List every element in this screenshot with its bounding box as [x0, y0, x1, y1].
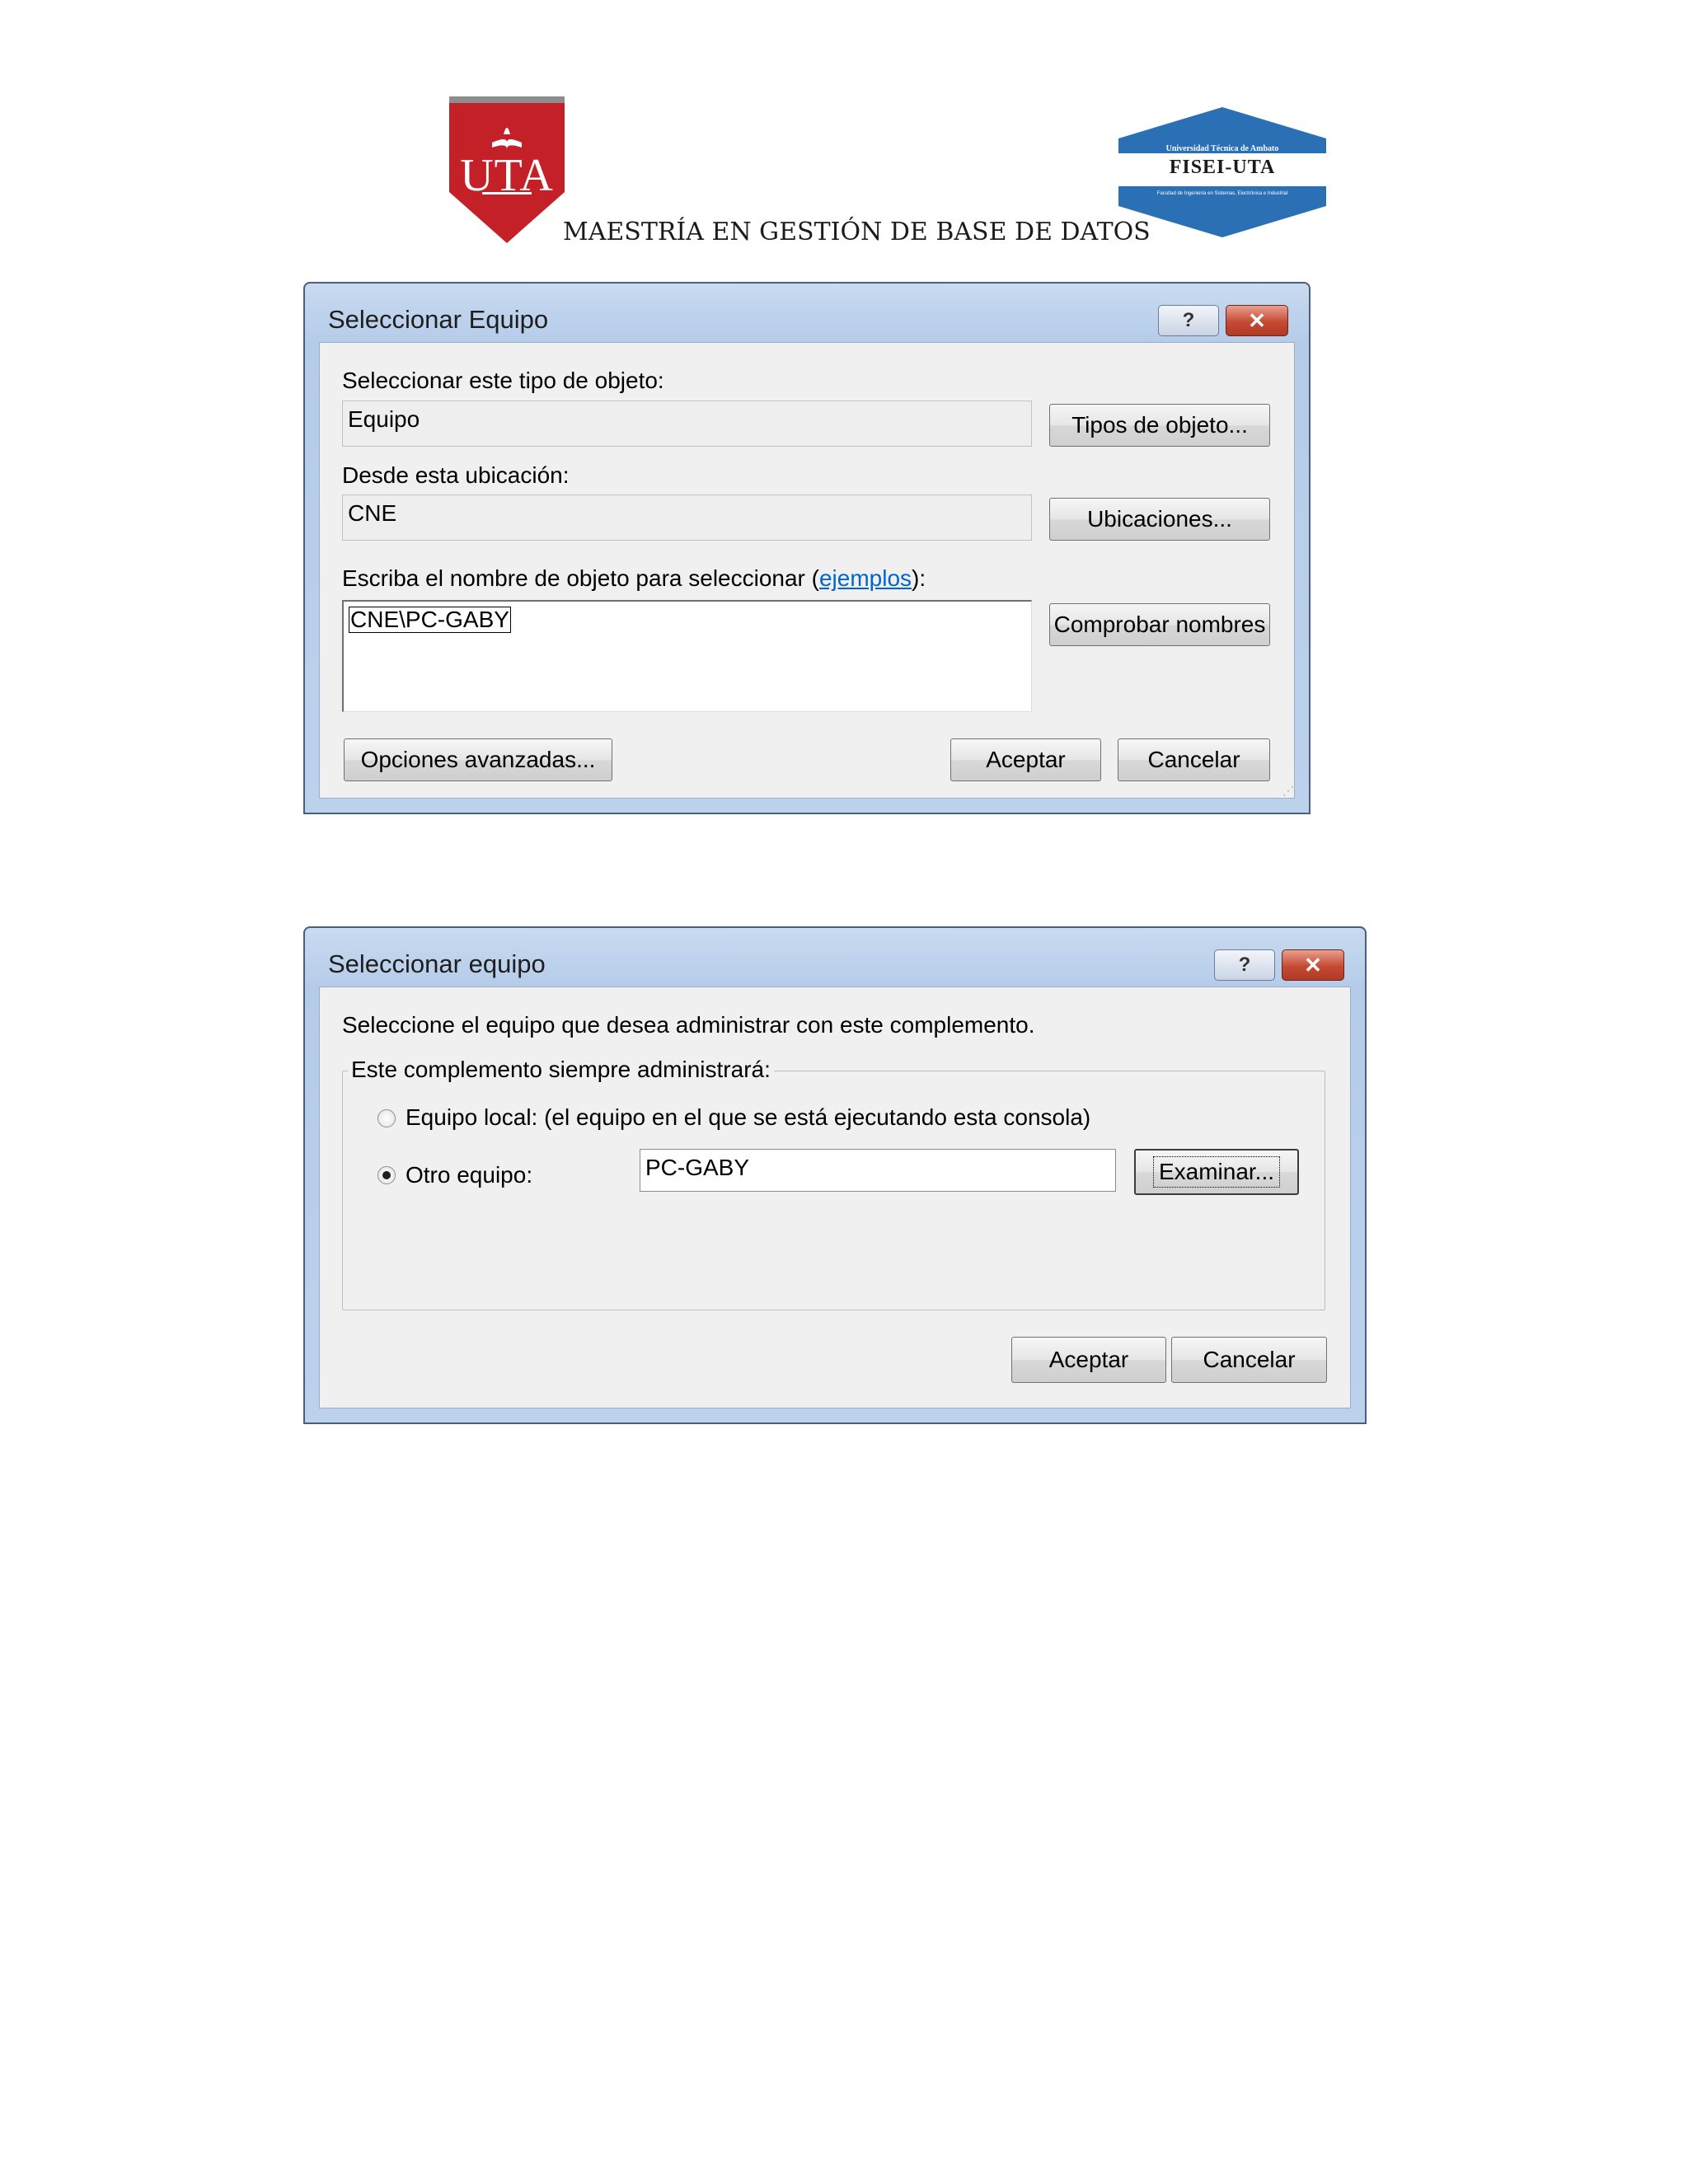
advanced-options-button[interactable]: Opciones avanzadas...	[344, 738, 612, 781]
document-title: MAESTRÍA EN GESTIÓN DE BASE DE DATOS	[563, 218, 1151, 246]
dialog-client-area: Seleccionar este tipo de objeto: Equipo …	[319, 342, 1295, 799]
examples-link[interactable]: ejemplos	[819, 565, 912, 591]
select-computer-dialog: Seleccionar Equipo ? ✕ Seleccionar este …	[303, 282, 1311, 814]
close-button[interactable]: ✕	[1282, 949, 1344, 981]
help-button[interactable]: ?	[1158, 305, 1219, 336]
logo-top-bar	[449, 96, 565, 103]
local-computer-radio[interactable]	[377, 1109, 396, 1127]
close-x-icon: ✕	[1304, 952, 1322, 977]
help-button[interactable]: ?	[1214, 949, 1275, 981]
close-x-icon: ✕	[1248, 307, 1266, 333]
object-type-field: Equipo	[342, 401, 1032, 447]
cancel-button[interactable]: Cancelar	[1171, 1337, 1327, 1383]
dialog-title: Seleccionar Equipo	[328, 305, 549, 334]
ok-button[interactable]: Aceptar	[950, 738, 1101, 781]
uta-logo-text: UTA	[460, 150, 554, 201]
instruction-text: Seleccione el equipo que desea administr…	[342, 1012, 1035, 1038]
check-names-button[interactable]: Comprobar nombres	[1049, 603, 1270, 646]
browse-button-label: Examinar...	[1152, 1156, 1281, 1188]
object-types-button[interactable]: Tipos de objeto...	[1049, 404, 1270, 447]
question-icon: ?	[1238, 954, 1251, 976]
uta-logo: UTA	[449, 96, 565, 243]
dialog-title: Seleccionar equipo	[328, 949, 546, 978]
other-computer-input[interactable]: PC-GABY	[640, 1149, 1116, 1192]
object-names-input[interactable]: CNE\PC-GABY	[342, 600, 1032, 712]
object-names-value: CNE\PC-GABY	[349, 607, 511, 633]
ok-button[interactable]: Aceptar	[1011, 1337, 1166, 1383]
fisei-main-text: FISEI-UTA	[1169, 157, 1276, 178]
browse-button[interactable]: Examinar...	[1134, 1149, 1299, 1195]
resize-grip-icon[interactable]: ⋰	[1282, 784, 1294, 798]
object-names-label: Escriba el nombre de objeto para selecci…	[342, 565, 926, 592]
object-names-label-end: ):	[912, 565, 926, 591]
question-icon: ?	[1182, 309, 1195, 331]
other-computer-radio[interactable]	[377, 1166, 396, 1184]
local-computer-label[interactable]: Equipo local: (el equipo en el que se es…	[406, 1104, 1090, 1131]
other-computer-label[interactable]: Otro equipo:	[406, 1162, 532, 1188]
fisei-faculty-text: Facultad de Ingeniería en Sistemas, Elec…	[1156, 191, 1288, 196]
location-label: Desde esta ubicación:	[342, 462, 570, 488]
object-type-label: Seleccionar este tipo de objeto:	[342, 368, 664, 393]
close-button[interactable]: ✕	[1226, 305, 1288, 336]
dialog-client-area: Seleccione el equipo que desea administr…	[319, 987, 1351, 1408]
object-names-label-text: Escriba el nombre de objeto para selecci…	[342, 565, 819, 591]
locations-button[interactable]: Ubicaciones...	[1049, 498, 1270, 541]
group-label: Este complemento siempre administrará:	[348, 1057, 774, 1083]
fisei-university-text: Universidad Técnica de Ambato	[1165, 144, 1279, 153]
location-field: CNE	[342, 494, 1032, 541]
cancel-button[interactable]: Cancelar	[1118, 738, 1270, 781]
select-computer-snapin-dialog: Seleccionar equipo ? ✕ Seleccione el equ…	[303, 926, 1367, 1424]
